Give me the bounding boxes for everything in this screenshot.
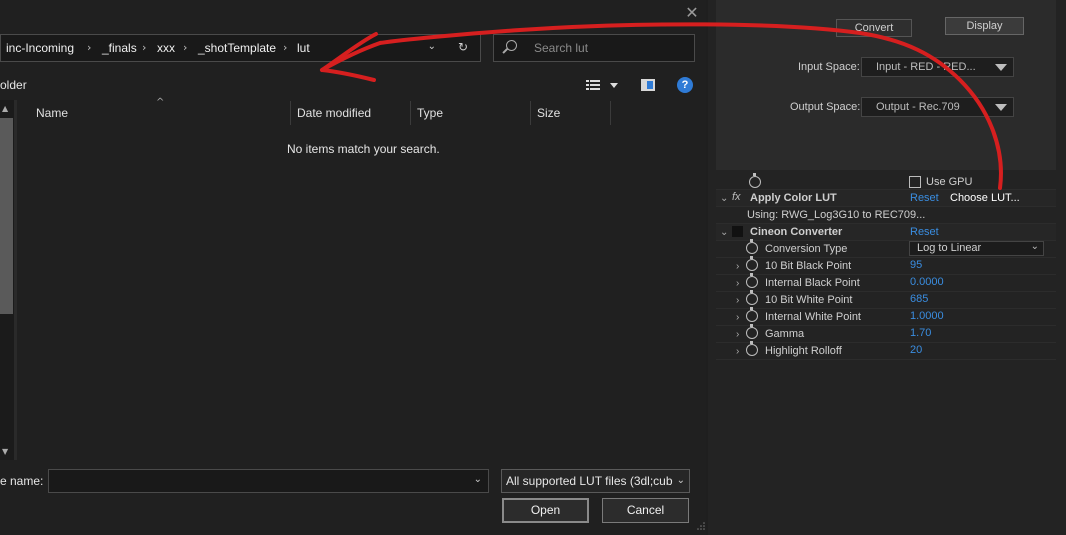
annotation-arrow bbox=[320, 22, 1003, 190]
